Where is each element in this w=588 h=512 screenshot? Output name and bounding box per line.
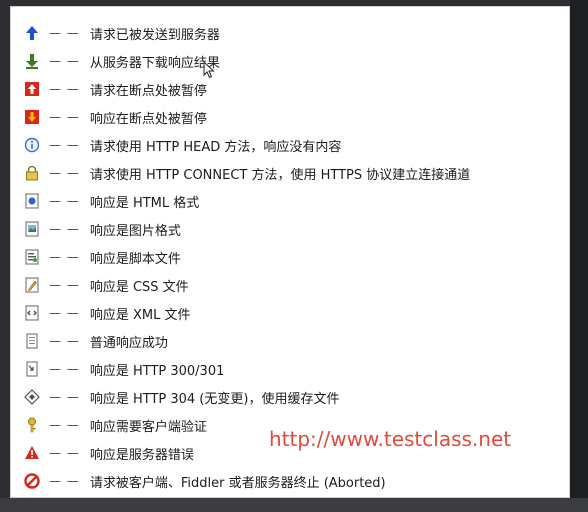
cache-icon bbox=[23, 388, 41, 406]
legend-label: 响应是 CSS 文件 bbox=[89, 279, 189, 295]
generic-file-icon bbox=[23, 332, 41, 350]
image-file-icon bbox=[23, 220, 41, 238]
legend-row-css: — — 响应是 CSS 文件 bbox=[23, 273, 189, 297]
legend-label: 请求使用 HTTP CONNECT 方法，使用 HTTPS 协议建立连接通道 bbox=[89, 167, 471, 183]
legend-dash: — — bbox=[49, 82, 80, 96]
legend-dash: — — bbox=[49, 250, 80, 264]
legend-label: 响应在断点处被暂停 bbox=[89, 111, 207, 127]
up-arrow-icon bbox=[23, 24, 41, 42]
css-file-icon bbox=[23, 276, 41, 294]
aborted-icon bbox=[23, 472, 41, 490]
legend-label: 响应是 HTTP 304 (无变更)，使用缓存文件 bbox=[89, 391, 340, 407]
legend-row-script: — — 响应是脚本文件 bbox=[23, 245, 181, 269]
lock-icon bbox=[23, 164, 41, 182]
legend-label: 响应是 HTML 格式 bbox=[89, 195, 200, 211]
legend-label: 请求被客户端、Fiddler 或者服务器终止 (Aborted) bbox=[89, 475, 386, 491]
legend-row-aborted: — — 请求被客户端、Fiddler 或者服务器终止 (Aborted) bbox=[23, 469, 386, 493]
legend-row-connect-tunnel: — — 请求使用 HTTP CONNECT 方法，使用 HTTPS 协议建立连接… bbox=[23, 161, 470, 185]
legend-label: 响应是服务器错误 bbox=[89, 447, 194, 463]
legend-label: 请求使用 HTTP HEAD 方法，响应没有内容 bbox=[89, 139, 342, 155]
legend-row-response-breakpoint: — — 响应在断点处被暂停 bbox=[23, 105, 207, 129]
legend-row-html: — — 响应是 HTML 格式 bbox=[23, 189, 199, 213]
bottom-bar bbox=[0, 498, 588, 512]
warning-icon bbox=[23, 444, 41, 462]
legend-dash: — — bbox=[49, 110, 80, 124]
legend-row-not-modified: — — 响应是 HTTP 304 (无变更)，使用缓存文件 bbox=[23, 385, 339, 409]
info-icon bbox=[23, 136, 41, 154]
legend-label: 响应是图片格式 bbox=[89, 223, 181, 239]
dark-background-edge bbox=[570, 0, 588, 512]
legend-row-response-download: — — 从服务器下载响应结果 bbox=[23, 49, 220, 73]
legend-row-request-breakpoint: — — 请求在断点处被暂停 bbox=[23, 77, 207, 101]
legend-label: 响应是 XML 文件 bbox=[89, 307, 191, 323]
legend-label: 响应是 HTTP 300/301 bbox=[89, 363, 225, 379]
legend-row-generic-success: — — 普通响应成功 bbox=[23, 329, 168, 353]
legend-row-request-sent: — — 请求已被发送到服务器 bbox=[23, 21, 220, 45]
legend-row-head-request: — — 请求使用 HTTP HEAD 方法，响应没有内容 bbox=[23, 133, 341, 157]
legend-dash: — — bbox=[49, 362, 80, 376]
key-icon bbox=[23, 416, 41, 434]
legend-dash: — — bbox=[49, 166, 80, 180]
legend-row-image: — — 响应是图片格式 bbox=[23, 217, 181, 241]
legend-dash: — — bbox=[49, 446, 80, 460]
legend-row-redirect: — — 响应是 HTTP 300/301 bbox=[23, 357, 224, 381]
icon-legend-panel: — — 请求已被发送到服务器 — — 从服务器下载响应结果 — — 请求在断点处… bbox=[10, 6, 570, 498]
request-breakpoint-icon bbox=[23, 80, 41, 98]
html-file-icon bbox=[23, 192, 41, 210]
response-breakpoint-icon bbox=[23, 108, 41, 126]
legend-dash: — — bbox=[49, 194, 80, 208]
legend-label: 响应需要客户端验证 bbox=[89, 419, 207, 435]
legend-dash: — — bbox=[49, 222, 80, 236]
legend-dash: — — bbox=[49, 138, 80, 152]
legend-row-xml: — — 响应是 XML 文件 bbox=[23, 301, 190, 325]
mouse-cursor-icon bbox=[203, 60, 215, 83]
watermark-url: http://www.testclass.net bbox=[269, 427, 512, 451]
redirect-file-icon bbox=[23, 360, 41, 378]
xml-file-icon bbox=[23, 304, 41, 322]
script-file-icon bbox=[23, 248, 41, 266]
legend-dash: — — bbox=[49, 54, 80, 68]
legend-dash: — — bbox=[49, 26, 80, 40]
legend-label: 请求已被发送到服务器 bbox=[89, 27, 220, 43]
legend-dash: — — bbox=[49, 390, 80, 404]
down-arrow-icon bbox=[23, 52, 41, 70]
legend-dash: — — bbox=[49, 418, 80, 432]
legend-label: 普通响应成功 bbox=[89, 335, 168, 351]
legend-dash: — — bbox=[49, 334, 80, 348]
legend-dash: — — bbox=[49, 278, 80, 292]
legend-dash: — — bbox=[49, 306, 80, 320]
legend-label: 请求在断点处被暂停 bbox=[89, 83, 207, 99]
legend-dash: — — bbox=[49, 474, 80, 488]
legend-row-server-error: — — 响应是服务器错误 bbox=[23, 441, 194, 465]
legend-label: 响应是脚本文件 bbox=[89, 251, 181, 267]
legend-label: 从服务器下载响应结果 bbox=[89, 55, 220, 71]
legend-row-auth-required: — — 响应需要客户端验证 bbox=[23, 413, 207, 437]
